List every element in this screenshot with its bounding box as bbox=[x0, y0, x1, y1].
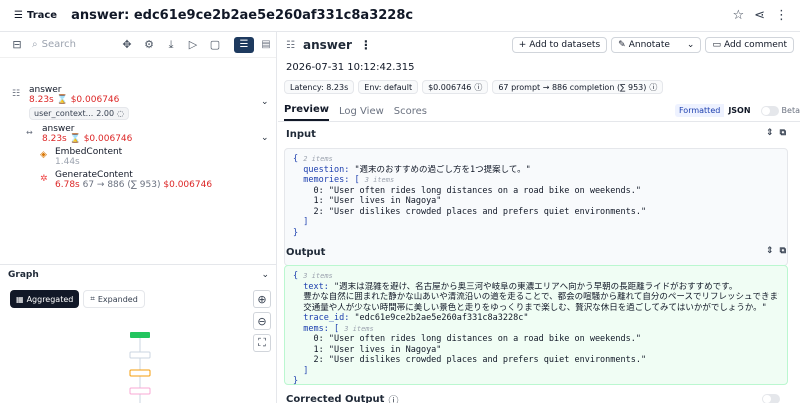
beta-label: Beta bbox=[781, 106, 800, 115]
search-input[interactable]: ⌕ Search bbox=[32, 39, 112, 50]
input-section-header: Input ⇕ ⧉ bbox=[278, 124, 800, 144]
tree-node-answer-meta: 8.23s ⌛ $0.006746 bbox=[42, 134, 133, 144]
detail-list-icon: ☷ bbox=[286, 39, 295, 51]
tab-log-view[interactable]: Log View bbox=[339, 106, 384, 121]
comment-icon: ◌ bbox=[117, 109, 125, 118]
tree-node-embed-latency: 1.44s bbox=[55, 157, 80, 167]
tree-node-answer[interactable]: answer bbox=[42, 124, 75, 134]
aggregated-button[interactable]: ▦ Aggregated bbox=[10, 290, 80, 308]
cost-badge: $0.006746 ⓘ bbox=[422, 80, 489, 94]
graph-title: Graph bbox=[8, 269, 39, 280]
graph-header[interactable]: Graph ⌄ bbox=[0, 264, 277, 284]
json-toggle[interactable]: JSON bbox=[724, 104, 755, 117]
corrected-output-header[interactable]: Corrected Output ⓘ bbox=[278, 389, 800, 403]
span-icon: ↔ bbox=[26, 128, 33, 137]
generation-icon: ✲ bbox=[40, 174, 48, 184]
add-to-datasets-button[interactable]: + Add to datasets bbox=[511, 37, 608, 53]
chevron-down-icon[interactable]: ⌄ bbox=[261, 133, 269, 143]
comment-icon: ▭ bbox=[712, 40, 721, 50]
plus-icon: + bbox=[518, 40, 527, 50]
formatted-toggle[interactable]: Formatted bbox=[674, 104, 725, 117]
graph-node-embed bbox=[129, 369, 151, 377]
collapse-panel-icon[interactable]: ⊟ bbox=[10, 38, 24, 52]
beta-toggle[interactable] bbox=[760, 105, 779, 116]
score-chip[interactable]: user_context... 2.00 ◌ bbox=[29, 107, 130, 120]
trace-list-icon: ☰ bbox=[14, 10, 23, 21]
copy-icon[interactable]: ⧉ bbox=[780, 246, 786, 256]
info-icon[interactable]: ⓘ bbox=[649, 82, 657, 93]
expand-icon[interactable]: ⇕ bbox=[766, 246, 774, 256]
trace-label: Trace bbox=[26, 10, 58, 21]
tree-node-embed[interactable]: EmbedContent bbox=[55, 147, 122, 157]
page-title: answer: edc61e9ce2b2ae5e260af331c8a3228c bbox=[71, 8, 414, 23]
zoom-in-icon[interactable]: ⊕ bbox=[253, 290, 271, 308]
fit-view-icon[interactable]: ⛶ bbox=[253, 334, 271, 352]
move-icon[interactable]: ✥ bbox=[120, 38, 134, 52]
graph-node-generate bbox=[129, 387, 151, 395]
edit-icon: ✎ bbox=[618, 40, 626, 50]
trace-tag: ☰ Trace bbox=[14, 10, 57, 21]
graph-node-start bbox=[130, 332, 150, 338]
download-icon[interactable]: ⤓ bbox=[164, 38, 178, 52]
copy-icon[interactable]: ⧉ bbox=[780, 128, 786, 138]
more-icon[interactable]: ⋮ bbox=[775, 8, 788, 23]
grid-icon: ▦ bbox=[16, 294, 24, 304]
expand-icon[interactable]: ⇕ bbox=[766, 128, 774, 138]
tab-scores[interactable]: Scores bbox=[394, 106, 427, 121]
trace-tree: ☷ answer 8.23s ⌛ $0.006746 user_context.… bbox=[0, 58, 276, 290]
share-icon[interactable]: ⋖ bbox=[754, 8, 765, 23]
info-icon[interactable]: ⓘ bbox=[474, 82, 482, 93]
timestamp: 2026-07-31 10:12:42.315 bbox=[286, 62, 415, 73]
search-placeholder: Search bbox=[41, 39, 76, 50]
env-badge: Env: default bbox=[358, 80, 419, 94]
output-json: { 3 items text: "週末は混雑を避け、名古屋から奥三河や岐阜の東濃… bbox=[284, 265, 788, 386]
play-icon[interactable]: ▷ bbox=[186, 38, 200, 52]
graph-canvas[interactable] bbox=[125, 332, 155, 403]
trace-tree-panel: ⊟ ⌕ Search ✥ ⚙ ⤓ ▷ ▢ ☰ ▤ ☷ answer 8.23s … bbox=[0, 32, 277, 403]
output-title: Output bbox=[286, 246, 326, 258]
search-icon: ⌕ bbox=[32, 39, 38, 50]
tree-node-root-meta: 8.23s ⌛ $0.006746 bbox=[29, 95, 120, 105]
graph-node-answer bbox=[129, 351, 151, 359]
latency-badge: Latency: 8.23s bbox=[284, 80, 355, 94]
top-bar: ☰ Trace answer: edc61e9ce2b2ae5e260af331… bbox=[0, 0, 800, 32]
tree-toolbar: ⊟ ⌕ Search ✥ ⚙ ⤓ ▷ ▢ ☰ ▤ bbox=[0, 32, 276, 58]
zoom-out-icon[interactable]: ⊖ bbox=[253, 312, 271, 330]
chevron-down-icon[interactable]: ⌄ bbox=[687, 40, 695, 50]
embed-icon: ◈ bbox=[40, 150, 47, 160]
graph-panel: ▦ Aggregated ⌗ Expanded ⊕ ⊖ ⛶ bbox=[0, 284, 277, 403]
more-icon[interactable]: ⋮ bbox=[360, 38, 372, 52]
tab-preview[interactable]: Preview bbox=[284, 104, 330, 121]
input-title: Input bbox=[286, 128, 316, 140]
detail-title: answer bbox=[302, 38, 352, 52]
corrected-output-title: Corrected Output bbox=[286, 393, 385, 403]
chevron-down-icon[interactable]: ⌄ bbox=[261, 270, 269, 280]
tree-node-root-icon: ☷ bbox=[12, 89, 21, 99]
tree-node-generate-meta: 6.78s 67 → 886 (∑ 953) $0.006746 bbox=[55, 180, 213, 190]
detail-panel: ☷ answer ⋮ + Add to datasets ✎ Annotate … bbox=[278, 32, 800, 403]
add-comment-button[interactable]: ▭ Add comment bbox=[705, 37, 794, 53]
stop-icon[interactable]: ▢ bbox=[208, 38, 222, 52]
output-section-header: Output ⇕ ⧉ bbox=[278, 242, 800, 262]
filter-icon[interactable]: ⚙ bbox=[142, 38, 156, 52]
tree-view-button[interactable]: ☰ bbox=[234, 36, 254, 53]
info-icon[interactable]: ⓘ bbox=[388, 392, 398, 403]
corrected-output-toggle[interactable] bbox=[762, 394, 780, 403]
annotate-button[interactable]: ✎ Annotate ⌄ bbox=[611, 37, 702, 53]
tree-icon: ⌗ bbox=[90, 294, 95, 303]
tree-node-root[interactable]: answer bbox=[29, 85, 62, 95]
tokens-badge: 67 prompt → 886 completion (∑ 953) ⓘ bbox=[492, 80, 664, 94]
star-icon[interactable]: ☆ bbox=[732, 8, 744, 23]
expanded-button[interactable]: ⌗ Expanded bbox=[83, 290, 145, 308]
chevron-down-icon[interactable]: ⌄ bbox=[261, 97, 269, 107]
tree-node-generate[interactable]: GenerateContent bbox=[55, 170, 133, 180]
timeline-view-button[interactable]: ▤ bbox=[256, 37, 276, 53]
